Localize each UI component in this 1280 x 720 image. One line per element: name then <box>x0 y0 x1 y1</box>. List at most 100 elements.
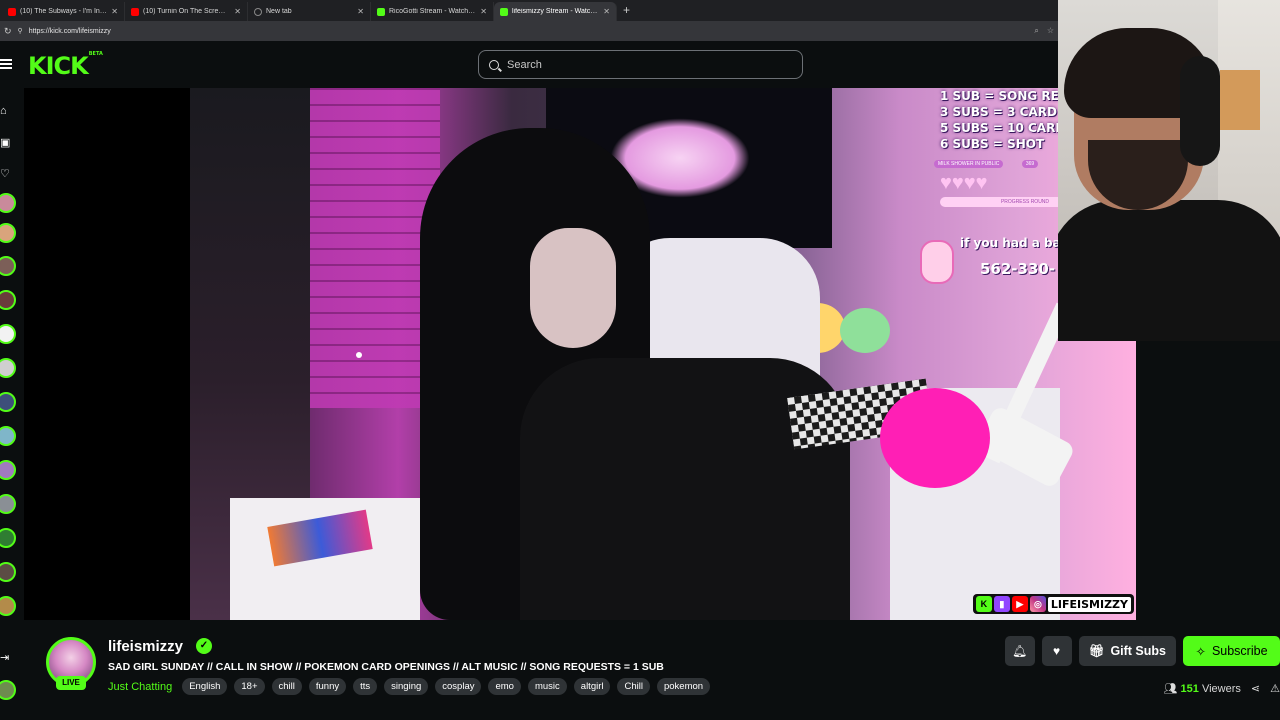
close-icon[interactable]: ✕ <box>234 7 241 16</box>
followed-channel-avatar[interactable] <box>0 324 16 344</box>
bookmark-star-icon[interactable]: ☆ <box>1047 26 1054 36</box>
kick-logo[interactable]: KICKBETA <box>28 51 103 78</box>
left-sidebar: ⌂ ▣ ♡ ⇥ <box>0 88 24 720</box>
followed-channel-avatar[interactable] <box>0 596 16 616</box>
gift-subs-label: Gift Subs <box>1110 644 1166 658</box>
home-icon[interactable]: ⌂ <box>0 105 12 117</box>
follow-button[interactable]: ♥ <box>1041 636 1072 666</box>
video-player[interactable]: 1 SUB = SONG REQ 3 SUBS = 3 CARD B 5 SUB… <box>24 88 1136 620</box>
zoom-icon[interactable]: ⌕ <box>1034 26 1038 36</box>
reload-icon[interactable]: ↻ <box>4 26 12 37</box>
tag-chip[interactable]: 18+ <box>234 678 265 695</box>
viewer-label: Viewers <box>1201 683 1241 695</box>
light-dot <box>356 352 362 358</box>
followed-channel-avatar[interactable] <box>0 392 16 412</box>
tag-chip[interactable]: emo <box>488 678 521 695</box>
webcam-overlay <box>1058 0 1280 341</box>
tag-chip[interactable]: altgirl <box>573 678 611 695</box>
globe-icon <box>254 7 262 16</box>
tab-title: (10) Turnin On The Screw - YouTu <box>143 8 230 15</box>
twitch-icon: ▮ <box>993 596 1010 612</box>
expand-sidebar-icon[interactable]: ⇥ <box>0 652 12 664</box>
tag-chip[interactable]: Chill <box>617 678 650 695</box>
hearts-text: ♥♥♥♥ <box>940 172 988 194</box>
followed-channel-avatar[interactable] <box>0 426 16 446</box>
subscribe-button[interactable]: ✧ Subscribe <box>1183 636 1280 666</box>
milk-shower-label: MILK SHOWER IN PUBLIC <box>934 160 1004 168</box>
menu-icon[interactable] <box>0 58 12 70</box>
tag-chip[interactable]: music <box>527 678 567 695</box>
tag-chip[interactable]: English <box>182 678 228 695</box>
verified-check-icon: ✓ <box>196 638 212 654</box>
tag-chip[interactable]: chill <box>271 678 302 695</box>
kick-icon <box>377 7 385 16</box>
social-handles-overlay: K ▮ ▶ ◎ LIFEISMIZZY <box>972 594 1134 614</box>
tag-chip[interactable]: cosplay <box>435 678 482 695</box>
address-bar-actions: ⌕ ☆ <box>1034 26 1054 36</box>
tab-title: lifeismizzy Stream - Watch Live on <box>512 8 599 15</box>
category-link[interactable]: Just Chatting <box>108 681 172 693</box>
bell-icon: 🔔︎ <box>1011 644 1028 658</box>
kick-icon <box>500 7 508 16</box>
channel-name[interactable]: lifeismizzy <box>108 638 183 655</box>
share-icon[interactable]: ⋖ <box>1251 682 1260 695</box>
browser-tab-strip: (10) The Subways - I'm In Love An ✕ (10)… <box>0 0 1058 21</box>
viewers-icon: 👥︎ <box>1163 683 1178 695</box>
browser-tab[interactable]: (10) The Subways - I'm In Love An ✕ <box>2 2 125 21</box>
tab-title: RicoGotti Stream - Watch Live on <box>389 8 476 15</box>
tag-chip[interactable]: tts <box>353 678 378 695</box>
phone-prompt-text: if you had a ba <box>960 236 1061 250</box>
heart-icon: ♥ <box>1053 644 1061 658</box>
tab-title: (10) The Subways - I'm In Love An <box>20 8 107 15</box>
browser-tab[interactable]: RicoGotti Stream - Watch Live on ✕ <box>371 2 494 21</box>
url-field[interactable]: https://kick.com/lifeismizzy <box>29 28 1029 35</box>
instagram-icon: ◎ <box>1029 596 1046 612</box>
followed-channel-avatar[interactable] <box>0 494 16 514</box>
gift-icon: 🎁︎ <box>1088 643 1105 658</box>
report-warning-icon[interactable]: ⚠ <box>1270 682 1280 695</box>
followed-channel-avatar[interactable] <box>0 223 16 243</box>
address-bar: ↻ ⚲ https://kick.com/lifeismizzy ⌕ ☆ <box>0 21 1058 41</box>
site-info-icon[interactable]: ⚲ <box>18 27 23 35</box>
close-icon[interactable]: ✕ <box>480 7 487 16</box>
followed-channel-avatar[interactable] <box>0 562 16 582</box>
followed-channel-avatar[interactable] <box>0 256 16 276</box>
browser-tab[interactable]: New tab ✕ <box>248 2 371 21</box>
subscribe-label: Subscribe <box>1211 644 1268 658</box>
followed-channel-avatar[interactable] <box>0 193 16 213</box>
tag-chip[interactable]: pokemon <box>656 678 711 695</box>
phone-number-text: 562-330- <box>980 260 1056 278</box>
tag-chip[interactable]: funny <box>308 678 347 695</box>
milk-counter: 369 <box>1021 160 1039 168</box>
search-input[interactable]: Search <box>478 50 803 79</box>
close-icon[interactable]: ✕ <box>603 7 610 16</box>
youtube-icon <box>8 7 16 16</box>
followed-channel-avatar[interactable] <box>0 528 16 548</box>
youtube-icon: ▶ <box>1011 596 1028 612</box>
followed-channel-avatar[interactable] <box>0 680 16 700</box>
followed-channel-avatar[interactable] <box>0 358 16 378</box>
viewer-count-group: 👥︎ 151 Viewers <box>1164 682 1241 695</box>
followed-channel-avatar[interactable] <box>0 290 16 310</box>
site-header: KICKBETA Search <box>0 41 1058 88</box>
search-icon <box>489 59 499 70</box>
tag-chip[interactable]: singing <box>384 678 429 695</box>
close-icon[interactable]: ✕ <box>111 7 118 16</box>
gift-subs-button[interactable]: 🎁︎ Gift Subs <box>1078 636 1176 666</box>
search-placeholder: Search <box>507 58 542 71</box>
viewer-info: 👥︎ 151 Viewers ⋖ ⚠ <box>1164 682 1280 695</box>
new-tab-button[interactable]: + <box>617 2 636 21</box>
stream-title: SAD GIRL SUNDAY // CALL IN SHOW // POKEM… <box>108 661 664 673</box>
beta-badge: BETA <box>88 51 103 57</box>
followed-channel-avatar[interactable] <box>0 460 16 480</box>
close-icon[interactable]: ✕ <box>357 7 364 16</box>
kick-icon: K <box>975 596 992 612</box>
browser-tab-active[interactable]: lifeismizzy Stream - Watch Live on ✕ <box>494 2 617 21</box>
notification-bell-button[interactable]: 🔔︎ <box>1004 636 1035 666</box>
browser-tab[interactable]: (10) Turnin On The Screw - YouTu ✕ <box>125 2 248 21</box>
social-handle: LIFEISMIZZY <box>1047 596 1131 612</box>
sparkle-icon: ✧ <box>1195 644 1206 659</box>
browse-icon[interactable]: ▣ <box>0 137 12 149</box>
following-heart-icon[interactable]: ♡ <box>0 168 12 180</box>
stream-video-frame: 1 SUB = SONG REQ 3 SUBS = 3 CARD B 5 SUB… <box>190 88 1136 620</box>
